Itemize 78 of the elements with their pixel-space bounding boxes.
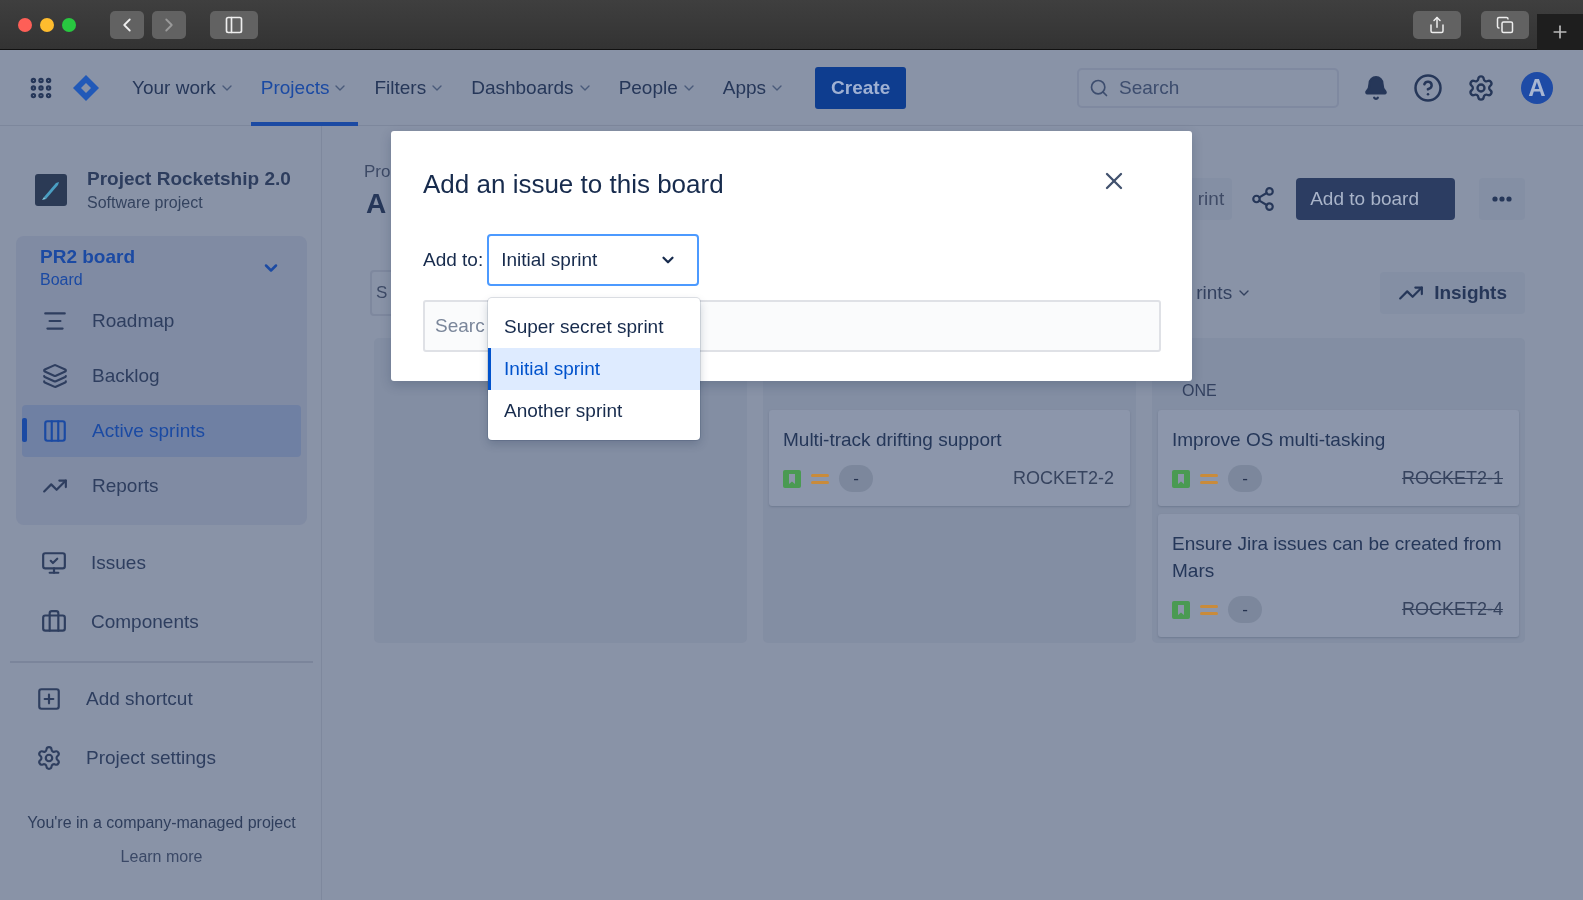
- column-heading: ONE: [1181, 382, 1218, 401]
- nav-menu-item[interactable]: People: [608, 49, 707, 126]
- sidebar-item[interactable]: Active sprints: [22, 405, 301, 457]
- back-button[interactable]: [110, 10, 144, 39]
- priority-icon: [1200, 472, 1218, 485]
- project-note: You're in a company-managed project: [27, 814, 296, 832]
- zoom-window-icon[interactable]: [62, 17, 76, 32]
- share-icon[interactable]: [1250, 186, 1277, 212]
- search-icon: [1089, 77, 1109, 98]
- priority-icon: [811, 472, 829, 485]
- estimate-pill: -: [839, 465, 873, 492]
- square-plus-icon: [36, 686, 62, 712]
- sidebar-item[interactable]: Reports: [22, 460, 301, 512]
- selection-indicator: [22, 418, 27, 442]
- story-icon: [783, 469, 801, 488]
- share-button[interactable]: [1413, 10, 1461, 39]
- sidebar-item[interactable]: Project settings: [16, 730, 307, 786]
- columns-icon: [42, 418, 68, 444]
- issue-card[interactable]: Multi-track drifting support - ROCKET2-2: [769, 410, 1130, 506]
- nav-menu-item[interactable]: Apps: [712, 49, 796, 126]
- sidebar-item[interactable]: Backlog: [22, 350, 301, 402]
- share-icon: [1428, 15, 1446, 34]
- sidebar-item[interactable]: Add shortcut: [16, 671, 307, 727]
- new-tab-button[interactable]: [1537, 13, 1583, 50]
- create-button[interactable]: Create: [815, 66, 907, 109]
- story-icon: [1172, 600, 1190, 619]
- add-to-board-button[interactable]: Add to board: [1296, 178, 1455, 220]
- page-title: A: [366, 188, 388, 220]
- notifications-icon[interactable]: [1363, 74, 1389, 101]
- estimate-pill: -: [1228, 596, 1262, 623]
- dialog-title: Add an issue to this board: [423, 169, 724, 200]
- more-icon: [1492, 196, 1512, 202]
- issue-key: ROCKET2-1: [1401, 468, 1503, 489]
- sprint-select[interactable]: Initial sprint: [487, 234, 700, 286]
- sidebar-icon: [224, 14, 244, 35]
- board-switcher[interactable]: PR2 board Board: [22, 246, 301, 295]
- diamond-logo-icon[interactable]: [72, 73, 100, 102]
- issue-title: Ensure Jira issues can be created from Mars: [1172, 532, 1503, 583]
- tabs-button[interactable]: [1481, 10, 1529, 39]
- issue-key: ROCKET2-2: [1012, 468, 1114, 489]
- issue-key: ROCKET2-4: [1401, 599, 1503, 620]
- settings-icon: [36, 745, 62, 771]
- dropdown-option[interactable]: Initial sprint: [488, 348, 700, 390]
- nav-menu-item[interactable]: Your work: [122, 49, 245, 126]
- dropdown-option[interactable]: Another sprint: [488, 390, 700, 432]
- issue-title: Multi-track drifting support: [783, 428, 1003, 452]
- priority-icon: [1200, 603, 1218, 616]
- estimate-pill: -: [1228, 465, 1262, 492]
- insights-button[interactable]: Insights: [1380, 272, 1525, 314]
- sidebar-item[interactable]: Roadmap: [22, 295, 301, 347]
- issue-card[interactable]: Improve OS multi-tasking - ROCKET2-1: [1158, 410, 1519, 506]
- nav-menu-item[interactable]: Projects: [250, 49, 359, 126]
- issue-card[interactable]: Ensure Jira issues can be created from Mars - ROCKET2-4: [1158, 514, 1519, 637]
- dropdown-option[interactable]: Super secret sprint: [488, 306, 700, 348]
- search-field[interactable]: Search: [1077, 67, 1339, 108]
- sidebar-toggle-button[interactable]: [210, 10, 258, 39]
- more-button[interactable]: [1479, 178, 1525, 220]
- monitor-check-icon: [41, 550, 67, 576]
- sprints-filter[interactable]: rints: [1196, 282, 1253, 304]
- add-to-label: Add to:: [423, 249, 484, 271]
- nav-menu-item[interactable]: Dashboards: [461, 49, 603, 126]
- sidebar-item[interactable]: Components: [16, 594, 307, 650]
- close-window-icon[interactable]: [18, 17, 32, 32]
- briefcase-icon: [41, 609, 67, 635]
- settings-icon[interactable]: [1467, 73, 1495, 102]
- story-icon: [1172, 469, 1190, 488]
- avatar[interactable]: A: [1521, 71, 1553, 104]
- issue-title: Improve OS multi-tasking: [1172, 428, 1387, 452]
- nav-menu-item[interactable]: Filters: [364, 49, 456, 126]
- minimize-window-icon[interactable]: [40, 17, 54, 32]
- project-type: Software project: [87, 194, 204, 212]
- tabs-icon: [1496, 15, 1514, 34]
- learn-more-link[interactable]: Learn more: [120, 848, 203, 866]
- sidebar-item[interactable]: Issues: [16, 535, 307, 591]
- help-icon[interactable]: [1413, 72, 1443, 103]
- project-name: Project Rocketship 2.0: [87, 168, 291, 190]
- breadcrumb-link[interactable]: Pro: [364, 162, 391, 182]
- layers-icon: [42, 363, 68, 389]
